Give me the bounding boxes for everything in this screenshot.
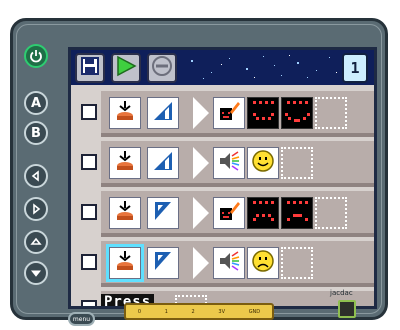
- button-press-icon: [113, 149, 137, 177]
- device-frame: A B 1 Press menu: [10, 18, 388, 326]
- game-screen: 1 Press: [68, 47, 377, 309]
- rule-checkbox[interactable]: [81, 154, 97, 170]
- b-button[interactable]: B: [24, 121, 48, 145]
- edge-pin-label: 0: [137, 308, 142, 315]
- left-button[interactable]: [24, 164, 48, 188]
- disable-icon: [151, 55, 173, 81]
- edge-pin-label: GND: [248, 308, 261, 315]
- left-arrow-icon: [30, 170, 42, 182]
- rule-row: [71, 241, 374, 287]
- menu-button[interactable]: menu: [68, 312, 95, 326]
- do-param-tile[interactable]: [247, 247, 279, 279]
- do-param-tile[interactable]: [247, 97, 279, 129]
- when-sensor-tile[interactable]: [109, 147, 141, 179]
- rule-arrow: [193, 97, 209, 129]
- when-filter-tile[interactable]: [147, 197, 179, 229]
- empty-param-slot[interactable]: [315, 97, 347, 129]
- power-button[interactable]: [24, 44, 48, 68]
- when-sensor-tile[interactable]: [109, 197, 141, 229]
- when-sensor-tile[interactable]: [109, 97, 141, 129]
- flag-filter-icon: [151, 249, 175, 277]
- do-actuator-tile[interactable]: [213, 197, 245, 229]
- rule-arrow: [193, 247, 209, 279]
- do-actuator-tile[interactable]: [213, 147, 245, 179]
- right-arrow-icon: [30, 203, 42, 215]
- a-button[interactable]: A: [24, 91, 48, 115]
- power-icon: [29, 49, 43, 63]
- do-param-tile[interactable]: [247, 197, 279, 229]
- rule-checkbox[interactable]: [81, 104, 97, 120]
- edge-pin-label: 2: [191, 308, 195, 315]
- rule-row: [71, 91, 374, 137]
- play-icon: [115, 55, 137, 81]
- when-sensor-tile-selected[interactable]: [109, 247, 141, 279]
- when-filter-tile[interactable]: [147, 147, 179, 179]
- down-arrow-icon: [30, 267, 42, 279]
- jacdac-connector: [338, 300, 356, 318]
- button-press-icon: [113, 249, 137, 277]
- rule-checkbox[interactable]: [81, 204, 97, 220]
- sad-face-icon: [251, 249, 275, 277]
- screen-draw-icon: [217, 99, 241, 127]
- when-filter-tile[interactable]: [147, 97, 179, 129]
- rule-checkbox[interactable]: [81, 254, 97, 270]
- rule-checkbox[interactable]: [81, 300, 97, 306]
- edge-pin-label: 3V: [218, 308, 226, 315]
- smile-screen-icon: [248, 96, 278, 130]
- bar-filter-icon: [151, 149, 175, 177]
- speaker-icon: [217, 249, 241, 277]
- rule-arrow: [193, 197, 209, 229]
- button-press-icon: [113, 199, 137, 227]
- happy-face-icon: [251, 149, 275, 177]
- do-param-tile[interactable]: [281, 197, 313, 229]
- rule-arrow: [193, 147, 209, 179]
- page-number[interactable]: 1: [342, 53, 368, 83]
- toolbar: 1: [71, 50, 374, 85]
- play-button[interactable]: [111, 53, 141, 83]
- flag-filter-icon: [151, 199, 175, 227]
- bar-filter-icon: [151, 99, 175, 127]
- save-icon: [80, 56, 100, 80]
- when-filter-tile[interactable]: [147, 247, 179, 279]
- disable-button[interactable]: [147, 53, 177, 83]
- rule-row: [71, 191, 374, 237]
- edge-pin-label: 1: [164, 308, 168, 315]
- up-arrow-icon: [30, 236, 42, 248]
- do-actuator-tile[interactable]: [213, 97, 245, 129]
- do-param-tile[interactable]: [281, 97, 313, 129]
- frown-screen-icon: [282, 196, 312, 230]
- jacdac-label: jacdac: [330, 289, 353, 297]
- save-button[interactable]: [75, 53, 105, 83]
- down-button[interactable]: [24, 261, 48, 285]
- rule-row: [71, 141, 374, 187]
- right-button[interactable]: [24, 197, 48, 221]
- do-actuator-tile[interactable]: [213, 247, 245, 279]
- do-param-tile[interactable]: [247, 147, 279, 179]
- up-button[interactable]: [24, 230, 48, 254]
- screen-draw-icon: [217, 199, 241, 227]
- empty-param-slot[interactable]: [315, 197, 347, 229]
- sad-screen-icon: [248, 196, 278, 230]
- empty-param-slot[interactable]: [281, 247, 313, 279]
- empty-param-slot[interactable]: [281, 147, 313, 179]
- button-press-icon: [113, 99, 137, 127]
- grin-screen-icon: [282, 96, 312, 130]
- speaker-icon: [217, 149, 241, 177]
- edge-connector: 0 1 2 3V GND: [124, 303, 274, 320]
